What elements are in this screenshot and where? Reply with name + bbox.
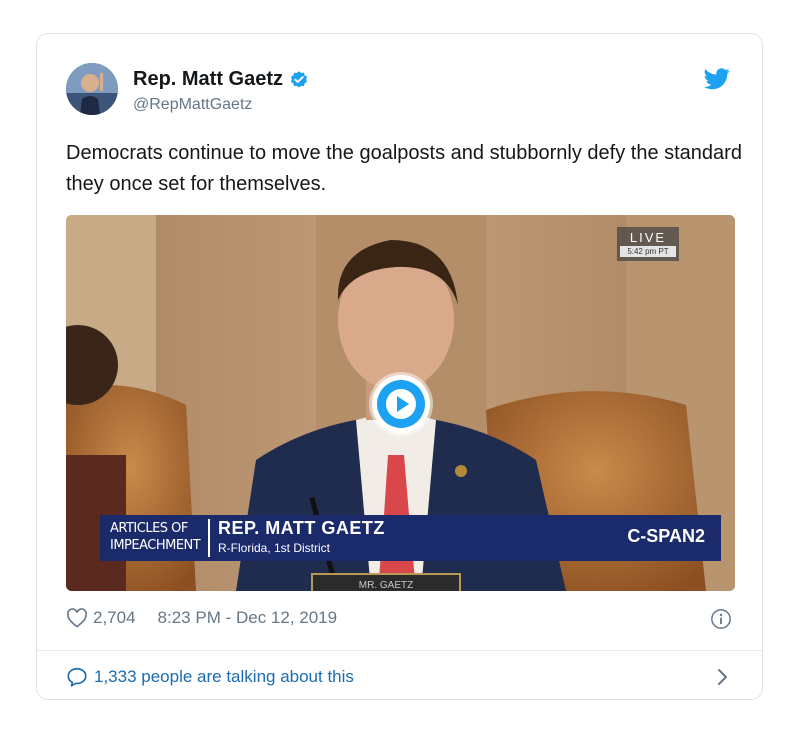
tweet-timestamp[interactable]: 8:23 PM - Dec 12, 2019 (158, 608, 338, 628)
video-player[interactable]: LIVE 5:42 pm PT ARTICLES OF IMPEACHMENT … (66, 215, 735, 591)
chyron-divider (208, 519, 210, 557)
video-chyron: ARTICLES OF IMPEACHMENT REP. MATT GAETZ … (100, 515, 721, 561)
nameplate: MR. GAETZ (311, 573, 461, 591)
live-label: LIVE (629, 230, 667, 245)
like-count[interactable]: 2,704 (93, 608, 136, 628)
play-icon (377, 380, 425, 428)
author-handle[interactable]: @RepMattGaetz (133, 96, 252, 114)
chyron-subtitle: R-Florida, 1st District (218, 541, 331, 555)
footer-divider (37, 650, 762, 651)
author-name-row[interactable]: Rep. Matt Gaetz (133, 68, 309, 91)
chyron-topic: ARTICLES OF IMPEACHMENT (110, 520, 205, 554)
live-time: 5:42 pm PT (620, 246, 676, 257)
twitter-bird-icon[interactable] (704, 68, 730, 90)
chevron-right-icon[interactable] (716, 666, 730, 688)
verified-badge-icon (290, 70, 308, 87)
play-button[interactable] (372, 375, 430, 433)
conversation-link[interactable]: 1,333 people are talking about this (66, 666, 354, 688)
live-badge: LIVE 5:42 pm PT (617, 227, 679, 261)
info-icon[interactable] (710, 608, 732, 630)
chyron-topic-line1: ARTICLES OF (110, 521, 188, 536)
chyron-name: REP. MATT GAETZ (218, 518, 385, 538)
speech-bubble-icon (67, 667, 87, 687)
network-logo: C-SPAN2 (627, 526, 705, 546)
chyron-topic-line2: IMPEACHMENT (110, 538, 201, 553)
tweet-meta: 2,704 8:23 PM - Dec 12, 2019 (66, 608, 337, 628)
author-display-name[interactable]: Rep. Matt Gaetz (133, 68, 283, 91)
tweet-embed-card: Rep. Matt Gaetz @RepMattGaetz Democrats … (36, 33, 763, 700)
avatar[interactable] (66, 63, 118, 115)
heart-icon[interactable] (66, 608, 88, 628)
conversation-count[interactable]: 1,333 people are talking about this (94, 667, 354, 687)
tweet-text: Democrats continue to move the goalposts… (66, 142, 742, 195)
